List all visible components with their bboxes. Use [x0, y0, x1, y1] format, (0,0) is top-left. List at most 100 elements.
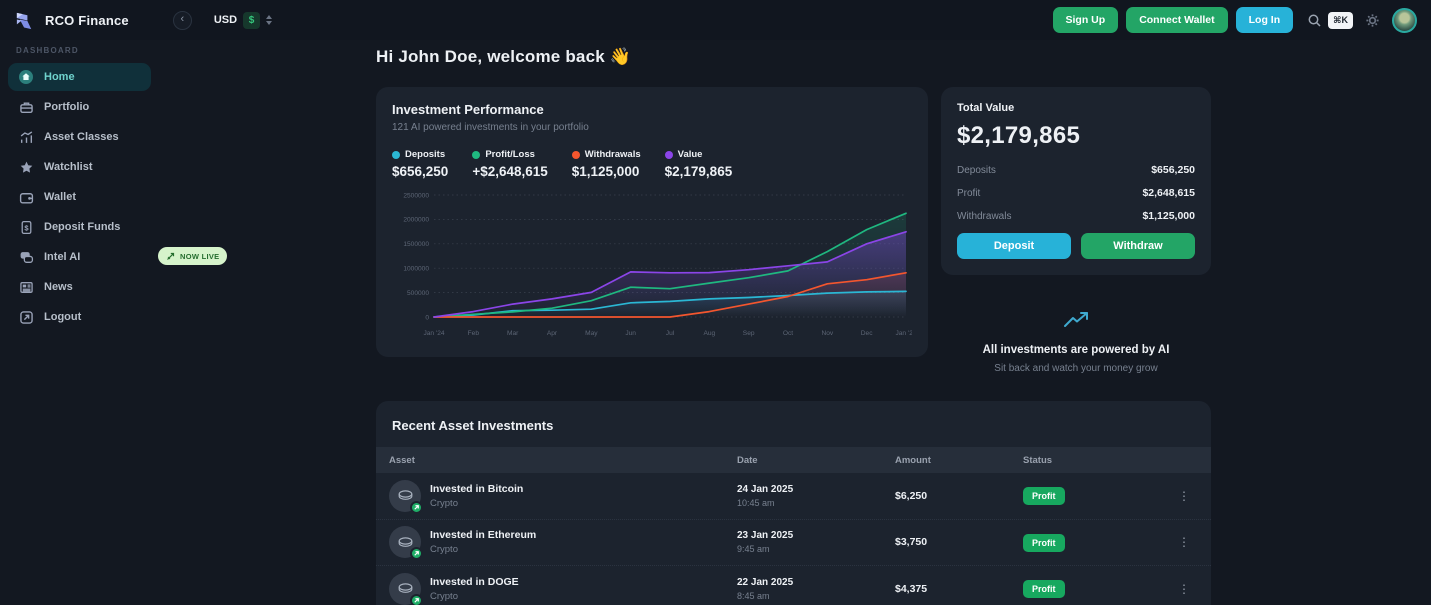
column-status: Status — [1023, 455, 1173, 466]
chat-icon — [18, 249, 34, 265]
sidebar-item-wallet[interactable]: Wallet — [8, 183, 151, 211]
total-row-label: Withdrawals — [957, 211, 1011, 222]
status-badge: Profit — [1023, 580, 1065, 598]
total-row-value: $1,125,000 — [1142, 210, 1195, 222]
wallet-icon — [18, 189, 34, 205]
growth-badge-icon — [410, 501, 423, 514]
home-icon — [18, 69, 34, 85]
svg-text:Jun: Jun — [625, 330, 636, 337]
sidebar-item-deposit-funds[interactable]: $ Deposit Funds — [8, 213, 151, 241]
asset-name: Invested in DOGE — [430, 576, 519, 588]
topbar: RCO Finance ‹ USD $ Sign Up Connect Wall… — [0, 0, 1431, 40]
briefcase-icon — [18, 99, 34, 115]
column-date: Date — [737, 455, 895, 466]
svg-text:Nov: Nov — [821, 330, 833, 337]
svg-text:Jan '24: Jan '24 — [423, 330, 444, 337]
total-row-label: Profit — [957, 188, 980, 199]
legend-item-value: Value$2,179,865 — [665, 149, 733, 179]
sidebar-item-label: Home — [44, 71, 75, 83]
table-row[interactable]: Invested in DOGECrypto22 Jan 20258:45 am… — [376, 566, 1211, 605]
row-menu-icon[interactable]: ⋮ — [1173, 535, 1195, 549]
asset-avatar — [389, 573, 421, 605]
sidebar-item-asset-classes[interactable]: Asset Classes — [8, 123, 151, 151]
chart-bars-icon — [18, 129, 34, 145]
svg-text:2000000: 2000000 — [403, 217, 429, 224]
sidebar-item-watchlist[interactable]: Watchlist — [8, 153, 151, 181]
svg-text:Mar: Mar — [507, 330, 519, 337]
svg-text:$: $ — [24, 223, 29, 232]
legend-item-profit-loss: Profit/Loss +$2,648,615 — [472, 149, 547, 179]
growth-badge-icon — [410, 594, 423, 605]
ai-promo-title: All investments are powered by AI — [941, 344, 1211, 356]
status-badge: Profit — [1023, 534, 1065, 552]
investment-time: 8:45 am — [737, 591, 895, 601]
svg-text:Oct: Oct — [783, 330, 793, 337]
total-row-profit: Profit$2,648,615 — [957, 187, 1195, 199]
coin-icon — [397, 535, 414, 550]
sidebar-item-label: Logout — [44, 311, 81, 323]
column-amount: Amount — [895, 455, 1023, 466]
recent-investments-title: Recent Asset Investments — [376, 401, 1211, 447]
svg-text:Dec: Dec — [861, 330, 873, 337]
connect-wallet-button[interactable]: Connect Wallet — [1126, 7, 1227, 33]
legend-label: Deposits — [405, 149, 445, 160]
search-icon[interactable] — [1307, 13, 1322, 28]
asset-avatar — [389, 480, 421, 512]
svg-text:Jul: Jul — [666, 330, 675, 337]
svg-text:May: May — [585, 330, 598, 337]
sidebar-item-news[interactable]: News — [8, 273, 151, 301]
svg-text:Sep: Sep — [743, 330, 755, 337]
currency-selector[interactable]: USD $ — [214, 12, 272, 29]
sidebar-collapse-button[interactable]: ‹ — [173, 11, 192, 30]
asset-category: Crypto — [430, 591, 519, 602]
legend-label: Value — [678, 149, 703, 160]
sidebar-item-logout[interactable]: Logout — [8, 303, 151, 331]
chart-legend: Deposits$656,250Profit/Loss+$2,648,615Wi… — [392, 149, 912, 179]
total-breakdown: Deposits$656,250 Profit$2,648,615 Withdraw… — [957, 164, 1195, 222]
legend-dot — [665, 151, 673, 159]
dollar-icon: $ — [243, 12, 260, 29]
total-row-deposits: Deposits$656,250 — [957, 164, 1195, 176]
sidebar-item-label: Deposit Funds — [44, 221, 120, 233]
growth-badge-icon — [410, 547, 423, 560]
status-badge: Profit — [1023, 487, 1065, 505]
sidebar-item-label: Wallet — [44, 191, 76, 203]
currency-toggle-icon[interactable] — [266, 15, 272, 25]
row-menu-icon[interactable]: ⋮ — [1173, 582, 1195, 596]
sidebar-item-home[interactable]: Home — [8, 63, 151, 91]
sidebar-item-portfolio[interactable]: Portfolio — [8, 93, 151, 121]
sign-up-button[interactable]: Sign Up — [1053, 7, 1119, 33]
asset-category: Crypto — [430, 498, 523, 509]
svg-text:1500000: 1500000 — [403, 241, 429, 248]
coin-icon — [397, 488, 414, 503]
brand[interactable]: RCO Finance — [14, 9, 129, 32]
gear-icon[interactable] — [1365, 13, 1380, 28]
legend-label: Profit/Loss — [485, 149, 535, 160]
table-row[interactable]: Invested in EthereumCrypto23 Jan 20259:4… — [376, 520, 1211, 567]
asset-category: Crypto — [430, 544, 536, 555]
ai-promo-subtitle: Sit back and watch your money grow — [941, 363, 1211, 374]
deposit-button[interactable]: Deposit — [957, 233, 1071, 259]
main-content: Hi John Doe, welcome back 👋 Investment P… — [376, 40, 1211, 605]
investment-date: 23 Jan 2025 — [737, 530, 895, 541]
total-value-amount: $2,179,865 — [957, 122, 1195, 150]
performance-subtitle: 121 AI powered investments in your portf… — [392, 122, 912, 133]
investment-date: 24 Jan 2025 — [737, 484, 895, 495]
rco-logo-icon — [14, 9, 37, 32]
table-row[interactable]: Invested in BitcoinCrypto24 Jan 202510:4… — [376, 473, 1211, 520]
withdraw-button[interactable]: Withdraw — [1081, 233, 1195, 259]
svg-text:Aug: Aug — [703, 330, 715, 337]
topbar-actions: Sign Up Connect Wallet Log In ⌘K — [1053, 7, 1417, 33]
sidebar-item-intel-ai[interactable]: Intel AINOW LIVE — [8, 243, 151, 271]
performance-chart[interactable]: 05000001000000150000020000002500000Jan '… — [392, 189, 912, 346]
sidebar-item-label: News — [44, 281, 73, 293]
user-avatar[interactable] — [1392, 8, 1417, 33]
total-value-label: Total Value — [957, 102, 1195, 114]
total-row-withdrawals: Withdrawals $1,125,000 — [957, 210, 1195, 222]
legend-value: $1,125,000 — [572, 164, 641, 179]
log-in-button[interactable]: Log In — [1236, 7, 1294, 33]
row-menu-icon[interactable]: ⋮ — [1173, 489, 1195, 503]
table-header: Asset Date Amount Status — [376, 447, 1211, 473]
svg-text:Apr: Apr — [547, 330, 558, 337]
legend-value: +$2,648,615 — [472, 164, 547, 179]
